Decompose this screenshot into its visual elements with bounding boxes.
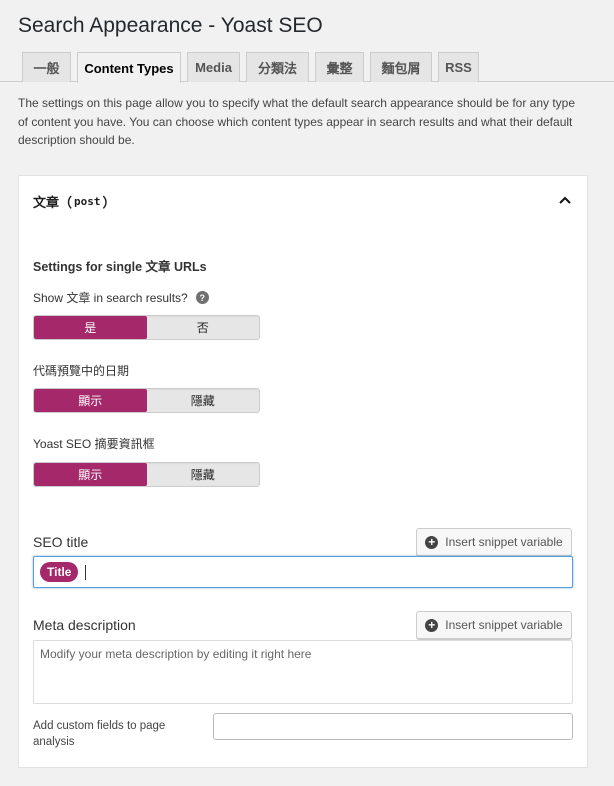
- seo-title-input[interactable]: Title: [33, 556, 573, 588]
- seo-title-insert-variable-button[interactable]: + Insert snippet variable: [416, 528, 572, 556]
- toggle-option-hide[interactable]: 隱藏: [147, 463, 260, 486]
- meta-description-insert-variable-button[interactable]: + Insert snippet variable: [416, 611, 572, 639]
- card-title-suffix: ）: [102, 195, 116, 210]
- tab-taxonomies[interactable]: 分類法: [246, 52, 309, 82]
- date-in-preview-toggle: 顯示 隱藏: [33, 388, 260, 413]
- tab-archives[interactable]: 彙整: [315, 52, 364, 82]
- chevron-up-icon[interactable]: [557, 192, 573, 208]
- tab-media[interactable]: Media: [187, 52, 240, 82]
- custom-fields-input[interactable]: [213, 713, 573, 740]
- toggle-option-hide[interactable]: 隱藏: [147, 389, 260, 412]
- meta-box-label: Yoast SEO 摘要資訊框: [33, 437, 155, 451]
- meta-description-label: Meta description: [33, 617, 136, 633]
- show-in-results-label: Show 文章 in search results? ?: [33, 289, 209, 306]
- insert-variable-label: Insert snippet variable: [445, 618, 563, 632]
- meta-box-toggle: 顯示 隱藏: [33, 462, 260, 487]
- plus-circle-icon: +: [425, 618, 439, 632]
- card-header[interactable]: 文章（ post ）: [33, 192, 116, 211]
- help-icon[interactable]: ?: [195, 291, 209, 304]
- section-title: Settings for single 文章 URLs: [33, 260, 207, 274]
- toggle-option-no[interactable]: 否: [147, 316, 260, 339]
- custom-fields-label: Add custom fields to page analysis: [33, 720, 166, 748]
- toggle-option-show[interactable]: 顯示: [34, 389, 147, 412]
- card-title-prefix: 文章（: [33, 195, 73, 210]
- text-caret: [85, 564, 87, 580]
- toggle-option-yes[interactable]: 是: [34, 316, 147, 339]
- insert-variable-label: Insert snippet variable: [445, 535, 563, 549]
- toggle-option-show[interactable]: 顯示: [34, 463, 147, 486]
- intro-text: The settings on this page allow you to s…: [18, 96, 576, 147]
- plus-circle-icon: +: [425, 535, 439, 549]
- tab-rss[interactable]: RSS: [438, 52, 479, 82]
- seo-title-label: SEO title: [33, 534, 89, 550]
- tab-general[interactable]: 一般: [22, 52, 71, 82]
- meta-description-input[interactable]: Modify your meta description by editing …: [33, 640, 573, 704]
- title-variable-chip[interactable]: Title: [40, 562, 79, 582]
- tab-breadcrumbs[interactable]: 麵包屑: [370, 52, 432, 82]
- date-in-preview-label: 代碼預覽中的日期: [33, 364, 130, 378]
- tab-bar: 一般 Content Types Media 分類法 彙整 麵包屑 RSS: [0, 52, 614, 83]
- show-in-results-label-text: Show 文章 in search results?: [33, 291, 188, 305]
- post-type-slug: post: [74, 195, 101, 208]
- tab-content-types[interactable]: Content Types: [77, 52, 181, 83]
- content-type-card: 文章（ post ） Settings for single 文章 URLs S…: [18, 175, 588, 768]
- show-in-results-toggle: 是 否: [33, 315, 260, 340]
- page-title: Search Appearance - Yoast SEO: [18, 14, 323, 37]
